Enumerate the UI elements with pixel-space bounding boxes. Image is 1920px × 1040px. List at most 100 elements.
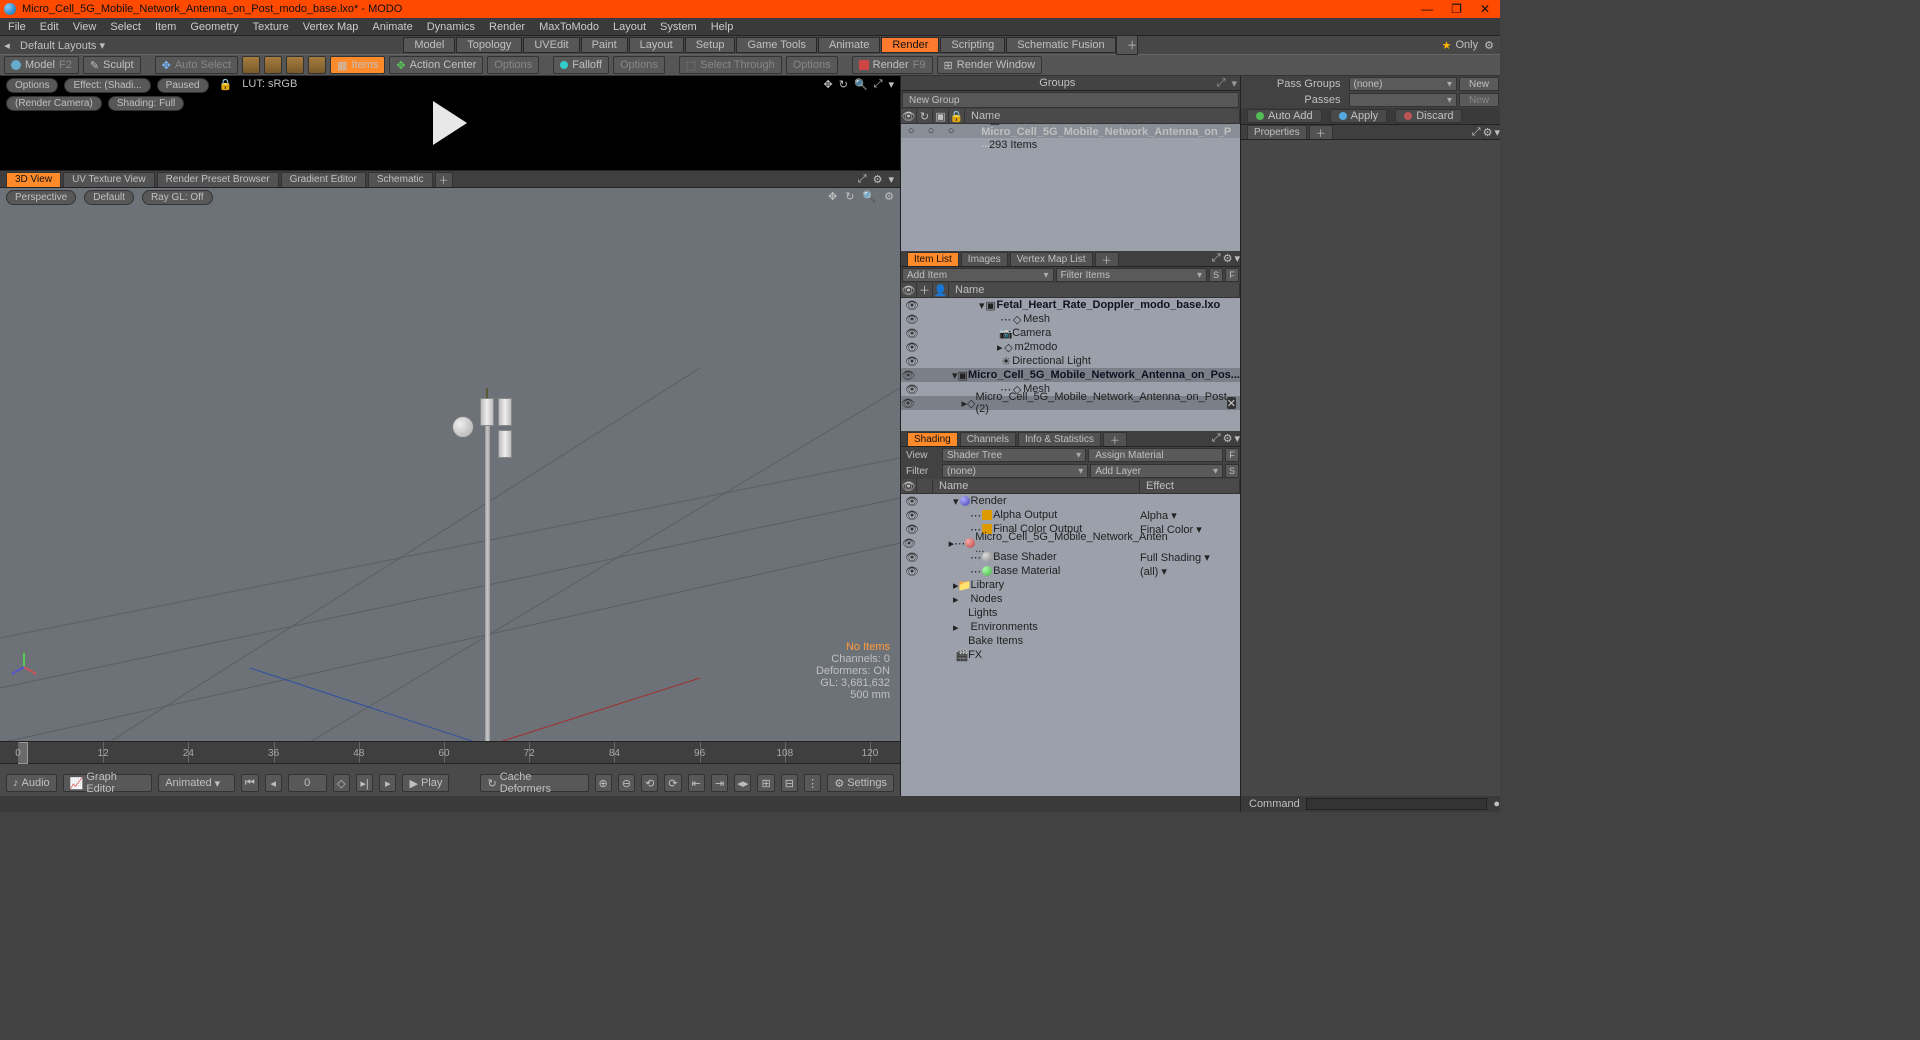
preview-effect[interactable]: Effect: (Shadi... bbox=[64, 78, 150, 93]
preview-shading[interactable]: Shading: Full bbox=[108, 96, 184, 111]
groups-menu-icon[interactable]: ▾ bbox=[1228, 77, 1240, 90]
render-window[interactable]: ⊞Render Window bbox=[937, 56, 1042, 74]
sel-mode-vertex[interactable] bbox=[242, 56, 260, 74]
sh-effect-col[interactable]: Effect bbox=[1140, 479, 1240, 493]
item-row[interactable]: 👁▸ ◇ m2modo bbox=[901, 340, 1240, 354]
discard-button[interactable]: Discard bbox=[1395, 109, 1462, 123]
tl-ic5[interactable]: ⇤ bbox=[688, 774, 705, 792]
action-center[interactable]: ✥Action Center bbox=[389, 56, 483, 74]
preview-camera[interactable]: (Render Camera) bbox=[6, 96, 102, 111]
options-3[interactable]: Options bbox=[786, 56, 838, 74]
options-2[interactable]: Options bbox=[613, 56, 665, 74]
close-button[interactable]: ✕ bbox=[1480, 2, 1490, 16]
item-row[interactable]: 👁 ⋯◇ Mesh bbox=[901, 312, 1240, 326]
command-input[interactable] bbox=[1306, 798, 1488, 810]
command-icon[interactable]: ● bbox=[1493, 798, 1500, 810]
mode-paint[interactable]: Paint bbox=[581, 37, 628, 53]
il-vis-col[interactable]: 👁 bbox=[901, 283, 917, 297]
view-dropdown[interactable]: Shader Tree bbox=[942, 448, 1086, 462]
preview-paused[interactable]: Paused bbox=[157, 78, 209, 93]
items-mode[interactable]: ▦Items bbox=[330, 56, 385, 74]
anim-mode[interactable]: Animated ▾ bbox=[158, 774, 235, 792]
itemlist-expand-icon[interactable]: ⤢ bbox=[1212, 252, 1221, 265]
apply-button[interactable]: Apply bbox=[1330, 109, 1388, 123]
il-col2[interactable]: ＋ bbox=[917, 283, 933, 297]
timeline-ruler[interactable]: 01224364860728496108120 bbox=[0, 742, 900, 764]
play-button[interactable]: ▶ Play bbox=[402, 774, 449, 792]
filter-s[interactable]: S bbox=[1209, 268, 1223, 282]
shading-gear-icon[interactable]: ⚙ bbox=[1223, 432, 1233, 445]
move-icon[interactable]: ✥ bbox=[824, 78, 833, 91]
menu-vertexmap[interactable]: Vertex Map bbox=[303, 21, 359, 33]
shading-tab-2[interactable]: Info & Statistics bbox=[1018, 432, 1101, 446]
mode-animate[interactable]: Animate bbox=[818, 37, 880, 53]
filter-f[interactable]: F bbox=[1225, 268, 1239, 282]
vt-menu-icon[interactable]: ▾ bbox=[888, 173, 894, 186]
vt-gear-icon[interactable]: ⚙ bbox=[873, 173, 883, 186]
sh-name-col[interactable]: Name bbox=[933, 479, 1140, 493]
sel-mode-material[interactable] bbox=[308, 56, 326, 74]
add-layer[interactable]: Add Layer bbox=[1090, 464, 1223, 478]
mode-add[interactable]: ＋ bbox=[1116, 35, 1138, 55]
refresh-icon[interactable]: ↻ bbox=[839, 78, 848, 91]
tl-ic7[interactable]: ◂▸ bbox=[734, 774, 751, 792]
shader-row[interactable]: 👁▾ Render bbox=[901, 494, 1240, 508]
tl-ic3[interactable]: ⟲ bbox=[641, 774, 658, 792]
groups-name-col[interactable]: Name bbox=[965, 109, 1240, 123]
key-button[interactable]: ◇ bbox=[333, 774, 350, 792]
timeline-settings[interactable]: ⚙ Settings bbox=[827, 774, 894, 792]
only-label[interactable]: Only bbox=[1456, 39, 1479, 51]
tl-ic6[interactable]: ⇥ bbox=[711, 774, 728, 792]
menu-edit[interactable]: Edit bbox=[40, 21, 59, 33]
shading-tab-1[interactable]: Channels bbox=[960, 432, 1016, 446]
shader-row[interactable]: 👁 ⋯ Alpha OutputAlpha ▾ bbox=[901, 508, 1240, 522]
shader-row[interactable]: 🎬 FX bbox=[901, 648, 1240, 662]
il-name-col[interactable]: Name bbox=[949, 283, 1240, 297]
shader-row[interactable]: ▸ 📁 Library bbox=[901, 578, 1240, 592]
falloff[interactable]: Falloff bbox=[553, 56, 609, 74]
sel-mode-poly[interactable] bbox=[286, 56, 304, 74]
viewtab-0[interactable]: 3D View bbox=[6, 172, 61, 187]
tl-ic10[interactable]: ⋮ bbox=[804, 774, 821, 792]
props-expand-icon[interactable]: ⤢ bbox=[1472, 126, 1481, 139]
layout-dropdown[interactable]: Default Layouts ▾ bbox=[14, 39, 111, 52]
tl-ic4[interactable]: ⟳ bbox=[664, 774, 681, 792]
itemlist-tab-0[interactable]: Item List bbox=[907, 252, 959, 266]
options-1[interactable]: Options bbox=[487, 56, 539, 74]
groups-col2[interactable]: ↻ bbox=[917, 109, 933, 123]
mode-scripting[interactable]: Scripting bbox=[940, 37, 1005, 53]
minimize-button[interactable]: — bbox=[1421, 2, 1433, 16]
sculpt-tool[interactable]: ✎Sculpt bbox=[83, 56, 141, 74]
shading-tab-0[interactable]: Shading bbox=[907, 432, 958, 446]
viewport-3d[interactable]: Perspective Default Ray GL: Off ✥ ↻ 🔍 ⚙ bbox=[0, 188, 900, 741]
menu-texture[interactable]: Texture bbox=[253, 21, 289, 33]
shader-row[interactable]: 👁▸ ⋯ Micro_Cell_5G_Mobile_Network_Anten … bbox=[901, 536, 1240, 550]
mode-schematicfusion[interactable]: Schematic Fusion bbox=[1006, 37, 1115, 53]
shader-row[interactable]: Bake Items bbox=[901, 634, 1240, 648]
mode-render[interactable]: Render bbox=[881, 37, 939, 53]
shader-row[interactable]: ▸ Nodes bbox=[901, 592, 1240, 606]
props-menu-icon[interactable]: ▾ bbox=[1494, 126, 1500, 139]
item-row[interactable]: 👁 ☀ Directional Light bbox=[901, 354, 1240, 368]
viewtab-1[interactable]: UV Texture View bbox=[63, 172, 155, 187]
current-frame[interactable]: 0 bbox=[288, 774, 327, 792]
item-row[interactable]: 👁▾ ▣ Fetal_Heart_Rate_Doppler_modo_base.… bbox=[901, 298, 1240, 312]
settings-gear-icon[interactable]: ⚙ bbox=[1484, 39, 1494, 52]
play-start[interactable]: ▸| bbox=[356, 774, 373, 792]
filter-items[interactable]: Filter Items bbox=[1056, 268, 1208, 282]
properties-add-tab[interactable]: ＋ bbox=[1309, 125, 1333, 139]
select-through[interactable]: ⬚Select Through bbox=[679, 56, 782, 74]
layout-prev[interactable]: ◂ bbox=[0, 39, 14, 52]
assign-f[interactable]: F bbox=[1225, 448, 1239, 462]
maximize-button[interactable]: ❐ bbox=[1451, 2, 1462, 16]
shading-tab-add[interactable]: ＋ bbox=[1103, 432, 1127, 446]
menu-maxtomodo[interactable]: MaxToModo bbox=[539, 21, 599, 33]
lock-icon[interactable]: 🔒 bbox=[219, 78, 233, 93]
viewtab-2[interactable]: Render Preset Browser bbox=[157, 172, 279, 187]
item-row[interactable]: 👁 📷 Camera bbox=[901, 326, 1240, 340]
properties-tab[interactable]: Properties bbox=[1247, 125, 1307, 139]
menu-render[interactable]: Render bbox=[489, 21, 525, 33]
render-button[interactable]: RenderF9 bbox=[852, 56, 933, 74]
menu-icon[interactable]: ▾ bbox=[888, 78, 894, 91]
viewtab-4[interactable]: Schematic bbox=[368, 172, 433, 187]
